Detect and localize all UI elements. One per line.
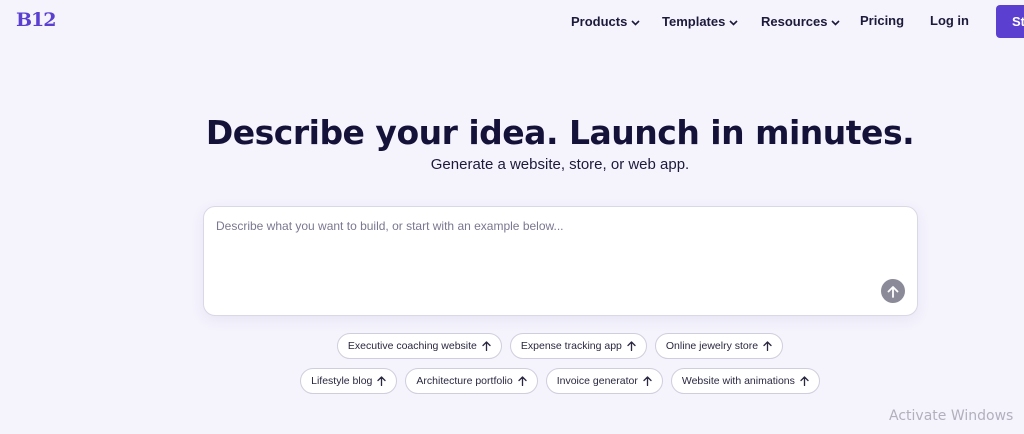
nav-templates[interactable]: Templates xyxy=(662,13,738,29)
example-chip-label: Expense tracking app xyxy=(520,340,622,352)
site-header: B12 Products Templates Resources Pricing… xyxy=(0,0,1024,44)
hero-subtitle: Generate a website, store, or web app. xyxy=(430,156,690,173)
prompt-input[interactable] xyxy=(216,219,876,259)
submit-button[interactable] xyxy=(881,279,905,303)
arrow-up-icon xyxy=(482,341,491,351)
nav-products-label: Products xyxy=(571,13,628,29)
example-chip[interactable]: Architecture portfolio xyxy=(405,368,538,394)
windows-activation-watermark: Activate Windows xyxy=(889,408,1014,424)
arrow-up-icon xyxy=(643,376,652,386)
main-nav: Products Templates Resources Pricing Log… xyxy=(0,13,1024,33)
nav-pricing-label: Pricing xyxy=(860,13,905,28)
example-chip[interactable]: Invoice generator xyxy=(545,368,663,394)
nav-login[interactable]: Log in xyxy=(930,13,969,28)
example-chip-label: Website with animations xyxy=(681,375,795,387)
hero-title: Describe your idea. Launch in minutes. xyxy=(205,113,915,152)
nav-products[interactable]: Products xyxy=(571,13,640,29)
chevron-down-icon xyxy=(631,14,640,29)
example-chips-row-1: Executive coaching website Expense track… xyxy=(0,333,1024,359)
example-chip-label: Invoice generator xyxy=(556,375,638,387)
example-chip[interactable]: Expense tracking app xyxy=(509,333,647,359)
start-button-label: St xyxy=(1012,14,1024,29)
nav-resources[interactable]: Resources xyxy=(761,13,841,29)
prompt-box xyxy=(203,206,918,316)
arrow-up-icon xyxy=(627,341,636,351)
example-chip[interactable]: Executive coaching website xyxy=(336,333,502,359)
example-chip-label: Lifestyle blog xyxy=(311,375,373,387)
nav-pricing[interactable]: Pricing xyxy=(860,13,904,28)
example-chip[interactable]: Online jewelry store xyxy=(654,333,784,359)
example-chips-row-2: Lifestyle blog Architecture portfolio In… xyxy=(0,368,1024,394)
nav-login-label: Log in xyxy=(930,13,969,28)
arrow-up-icon xyxy=(763,341,772,351)
example-chip-label: Executive coaching website xyxy=(347,340,477,352)
chevron-down-icon xyxy=(831,14,841,29)
arrow-up-icon xyxy=(800,376,809,386)
arrow-up-icon xyxy=(377,376,387,386)
example-chip-label: Architecture portfolio xyxy=(416,375,513,387)
arrow-up-icon xyxy=(887,285,899,298)
arrow-up-icon xyxy=(518,376,527,386)
start-button[interactable]: St xyxy=(996,5,1024,38)
example-chip[interactable]: Website with animations xyxy=(670,368,820,394)
chevron-down-icon xyxy=(729,14,738,29)
nav-resources-label: Resources xyxy=(761,13,828,29)
example-chip-label: Online jewelry store xyxy=(665,340,759,352)
example-chip[interactable]: Lifestyle blog xyxy=(300,368,398,394)
nav-templates-label: Templates xyxy=(662,13,726,29)
